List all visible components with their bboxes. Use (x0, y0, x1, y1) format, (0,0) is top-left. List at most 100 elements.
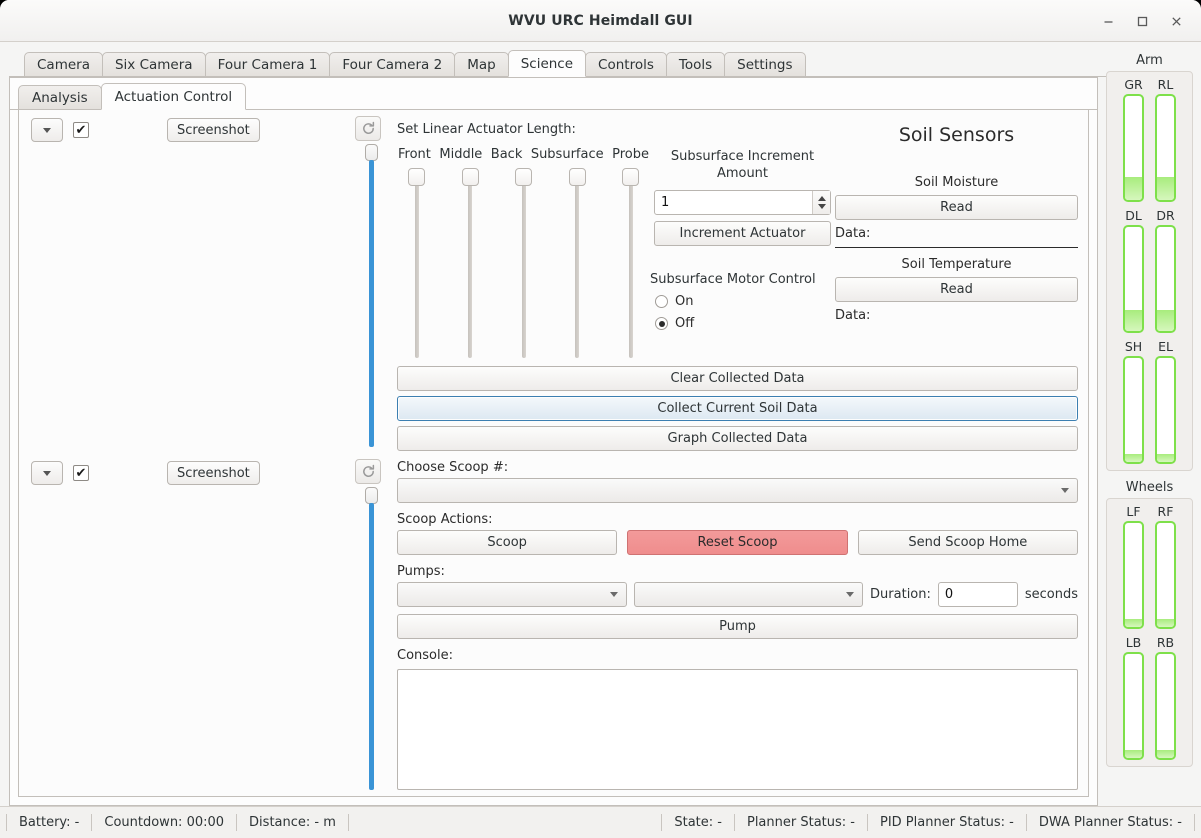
increment-actuator-button[interactable]: Increment Actuator (654, 221, 831, 246)
scrollbar-thumb[interactable] (364, 487, 378, 504)
tab-map[interactable]: Map (454, 52, 509, 77)
bar-label-sh: SH (1124, 339, 1143, 354)
soil-temperature-read-button[interactable]: Read (835, 277, 1078, 302)
tab-science[interactable]: Science (507, 50, 587, 77)
slider-groove (575, 172, 579, 358)
wheels-row-1-labels: LF RF (1111, 504, 1188, 519)
soil-sensors-divider (835, 247, 1078, 248)
chevron-down-icon[interactable] (817, 204, 826, 209)
pump-select-b[interactable] (633, 582, 864, 607)
arm-bar-gr (1123, 94, 1144, 202)
status-pid-planner: PID Planner Status: - (879, 815, 1014, 830)
bar-fill (1125, 453, 1142, 462)
wheels-bar-lb (1123, 652, 1144, 760)
tab-six-camera[interactable]: Six Camera (101, 52, 206, 77)
camera-enable-checkbox-1[interactable]: ✔ (73, 122, 89, 138)
motor-control-option-on[interactable]: On (650, 294, 835, 309)
camera-toolbar-1: ✔ Screenshot (19, 110, 391, 144)
status-countdown: Countdown: 00:00 (104, 815, 225, 830)
check-icon: ✔ (75, 465, 87, 481)
send-scoop-home-button[interactable]: Send Scoop Home (857, 530, 1078, 555)
radio-icon[interactable] (655, 317, 668, 330)
refresh-button-1[interactable] (355, 116, 381, 141)
wheels-row-2-bars (1111, 652, 1188, 760)
graph-collected-data-button[interactable]: Graph Collected Data (397, 426, 1078, 451)
status-planner: Planner Status: - (746, 815, 855, 830)
slider-groove (521, 172, 526, 358)
clear-collected-data-button[interactable]: Clear Collected Data (397, 366, 1078, 391)
duration-input[interactable]: 0 (937, 582, 1018, 607)
actuator-slider-middle[interactable] (452, 168, 489, 358)
main-zone: Camera Six Camera Four Camera 1 Four Cam… (0, 42, 1106, 806)
screenshot-button-1[interactable]: Screenshot (167, 118, 260, 142)
scrollbar-track[interactable] (368, 503, 374, 790)
motor-control-option-off[interactable]: Off (650, 316, 835, 331)
tab-settings[interactable]: Settings (724, 52, 806, 77)
stepper-arrows[interactable] (812, 191, 830, 214)
arm-row-1-labels: GR RL (1111, 77, 1188, 92)
chevron-down-icon (846, 592, 855, 597)
tab-analysis[interactable]: Analysis (18, 85, 102, 110)
scoop-button[interactable]: Scoop (397, 530, 618, 555)
wheels-bar-rf (1155, 521, 1176, 629)
bar-label-lf: LF (1126, 504, 1141, 519)
tab-four-camera-2[interactable]: Four Camera 2 (329, 52, 456, 77)
bar-label-rl: RL (1157, 77, 1174, 92)
screenshot-button-2[interactable]: Screenshot (167, 461, 260, 485)
camera-select-2[interactable] (31, 461, 63, 485)
actuator-slider-probe[interactable] (612, 168, 649, 358)
camera-column: ✔ Screenshot ✔ Screenshot (19, 110, 391, 796)
camera-scrollbar-1[interactable] (364, 144, 378, 447)
camera-scrollbar-2[interactable] (364, 487, 378, 790)
camera-feed-row-2: ✔ Screenshot (19, 453, 391, 796)
reset-scoop-button[interactable]: Reset Scoop (627, 530, 848, 555)
status-bar: Battery: - Countdown: 00:00 Distance: - … (0, 806, 1201, 838)
tab-controls[interactable]: Controls (585, 52, 667, 77)
actuator-slider-subsurface[interactable] (559, 168, 596, 358)
tab-four-camera-1[interactable]: Four Camera 1 (204, 52, 331, 77)
soil-sensors-title: Soil Sensors (898, 124, 1015, 146)
arm-row-2-bars (1111, 225, 1188, 333)
slider-handle[interactable] (515, 168, 532, 186)
radio-icon[interactable] (655, 295, 668, 308)
camera-select-1[interactable] (31, 118, 63, 142)
chevron-down-icon (43, 470, 51, 476)
minimize-button[interactable] (1091, 6, 1125, 36)
camera-enable-checkbox-2[interactable]: ✔ (73, 465, 89, 481)
collect-current-soil-data-button[interactable]: Collect Current Soil Data (397, 396, 1078, 421)
bar-fill (1157, 453, 1174, 462)
chevron-up-icon[interactable] (817, 196, 826, 201)
slider-handle[interactable] (408, 168, 425, 186)
refresh-icon (362, 464, 374, 477)
close-button[interactable] (1159, 6, 1193, 36)
console-output[interactable] (397, 669, 1078, 790)
body-area: Camera Six Camera Four Camera 1 Four Cam… (0, 42, 1201, 806)
actuator-sliders (397, 168, 650, 358)
soil-moisture-read-button[interactable]: Read (835, 195, 1078, 220)
maximize-button[interactable] (1125, 6, 1159, 36)
tab-tools[interactable]: Tools (665, 52, 726, 77)
choose-scoop-select[interactable] (397, 478, 1078, 503)
slider-groove (468, 172, 472, 358)
bar-label-el: EL (1158, 339, 1173, 354)
tab-camera[interactable]: Camera (24, 52, 103, 77)
actuator-slider-back[interactable] (505, 168, 542, 358)
pump-select-a[interactable] (397, 582, 627, 607)
slider-handle[interactable] (461, 168, 479, 186)
bar-label-rb: RB (1156, 635, 1175, 650)
bar-fill (1125, 310, 1142, 331)
window-title: WVU URC Heimdall GUI (508, 12, 693, 29)
tab-actuation-control[interactable]: Actuation Control (100, 83, 247, 110)
actuator-slider-front[interactable] (398, 168, 435, 358)
arm-group-box: GR RL DL DR SH EL (1106, 71, 1193, 471)
pump-button[interactable]: Pump (397, 614, 1078, 639)
refresh-button-2[interactable] (355, 459, 381, 484)
scrollbar-thumb[interactable] (364, 144, 378, 161)
increment-amount-stepper[interactable]: 1 (654, 190, 831, 215)
pumps-label: Pumps: (397, 564, 445, 579)
arm-bar-dl (1123, 225, 1144, 333)
slider-handle[interactable] (622, 168, 639, 186)
scrollbar-track[interactable] (368, 160, 374, 447)
wheels-group-title: Wheels (1125, 480, 1174, 495)
slider-handle[interactable] (568, 168, 586, 186)
